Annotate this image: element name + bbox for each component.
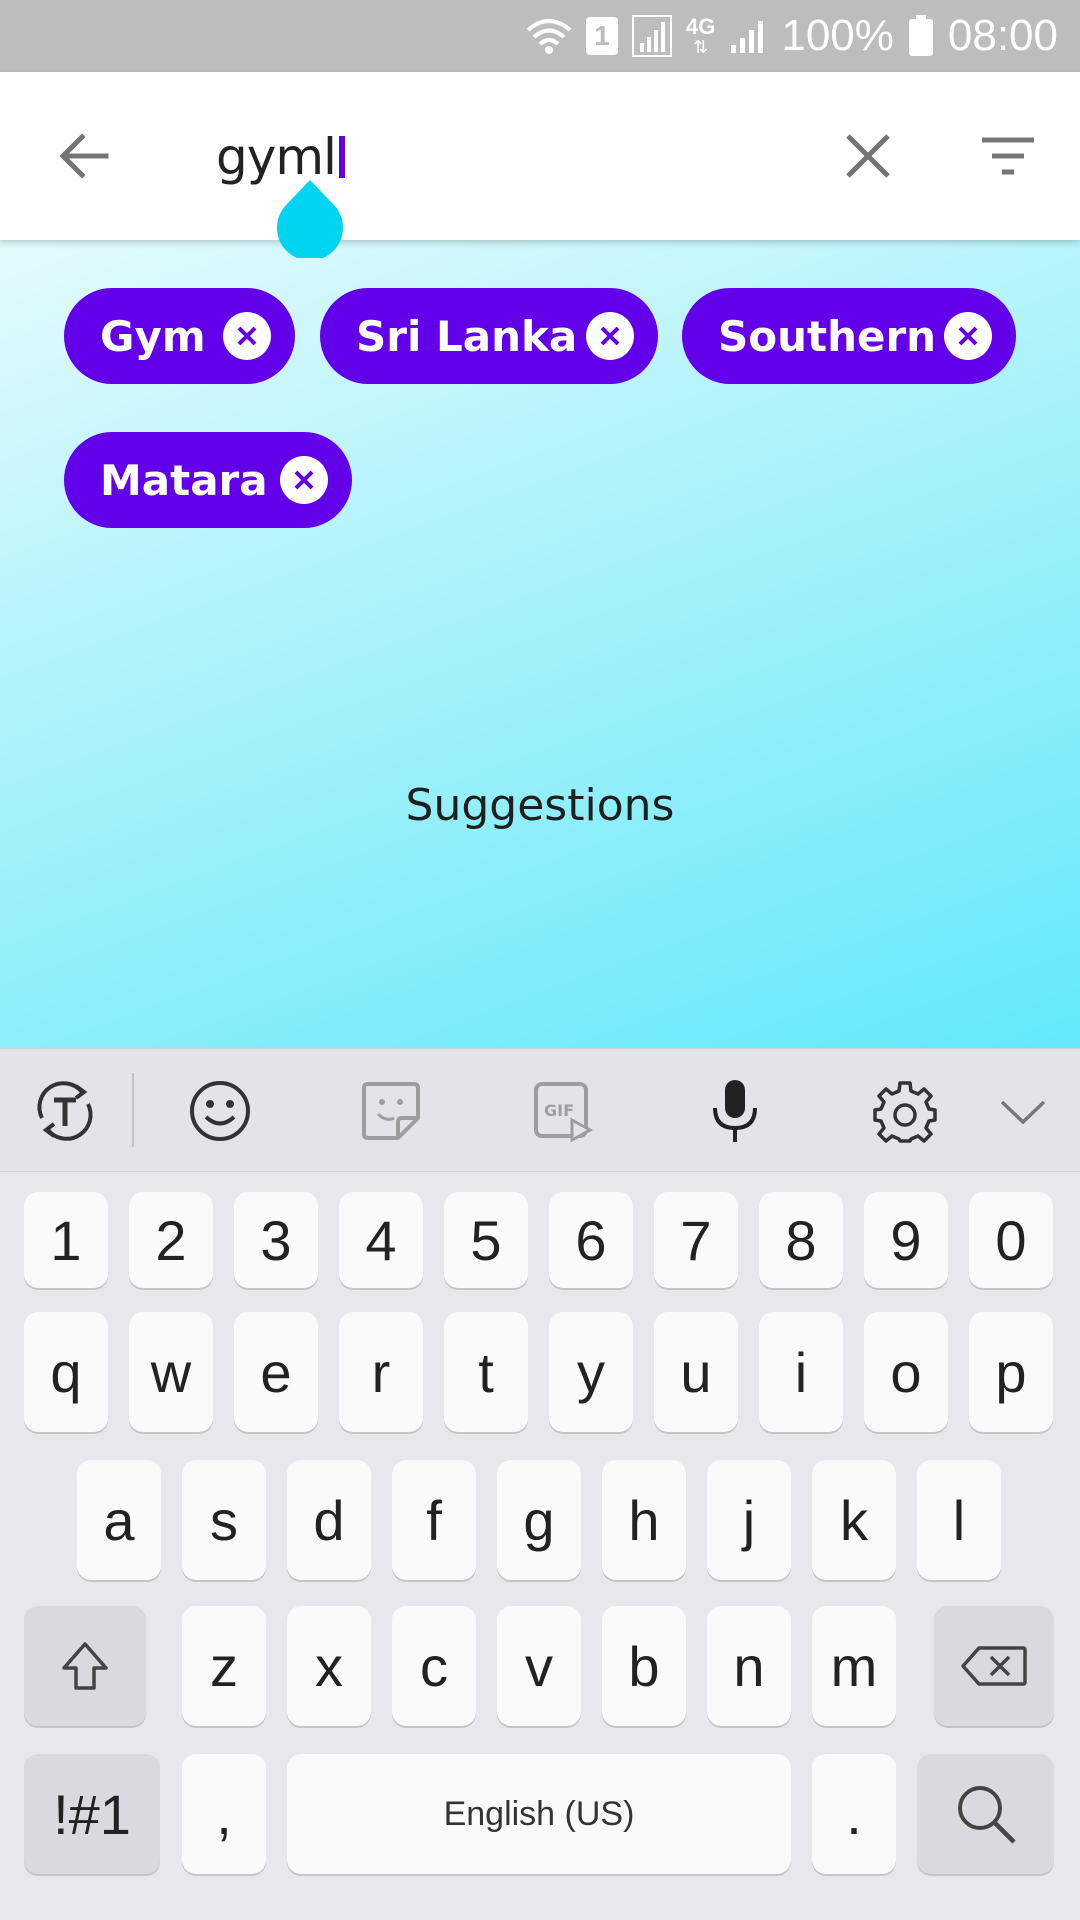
key-8[interactable]: 8 [759,1192,843,1288]
network-type-label: 4G [685,14,716,39]
filter-button[interactable] [976,124,1040,188]
key-o[interactable]: o [864,1312,948,1432]
key-q[interactable]: q [24,1312,108,1432]
filter-chip-gym[interactable]: Gym [64,288,295,384]
key-m[interactable]: m [812,1606,896,1726]
chip-remove-icon[interactable] [223,312,271,360]
filter-chip-sri-lanka[interactable]: Sri Lanka [320,288,658,384]
battery-percent: 100% [781,11,894,60]
toolbar-divider [132,1073,134,1147]
wifi-icon [526,16,572,56]
key-2[interactable]: 2 [129,1192,213,1288]
key-x[interactable]: x [287,1606,371,1726]
suggestions-label: Suggestions [405,780,675,831]
status-bar: 1 4G ⇅ 100% 08:00 [0,0,1080,72]
key-a[interactable]: a [77,1460,161,1580]
signal-bars-icon [729,17,767,55]
key-6[interactable]: 6 [549,1192,633,1288]
shift-key[interactable] [24,1606,146,1726]
shift-arrow-icon [62,1642,108,1690]
data-arrows-icon: ⇅ [693,37,709,57]
chip-label: Southern [718,311,937,361]
soft-keyboard: GIF 1 2 3 4 5 6 7 8 9 0 q w e r t y u i … [0,1048,1080,1920]
search-icon [957,1786,1016,1844]
svg-text:GIF: GIF [544,1101,574,1120]
sticker-icon[interactable] [358,1078,424,1144]
status-time: 08:00 [947,11,1058,60]
chip-remove-icon[interactable] [586,312,634,360]
symbols-key[interactable]: !#1 [24,1754,160,1874]
chip-label: Matara [100,455,268,505]
sim-badge: 1 [585,17,618,55]
space-bar[interactable]: English (US) [287,1754,791,1874]
chip-remove-icon[interactable] [944,312,992,360]
text-caret [338,136,345,178]
emoji-icon[interactable] [187,1078,253,1144]
chip-label: Gym [100,311,206,361]
filter-icon [982,137,1034,175]
comma-key[interactable]: , [182,1754,266,1874]
cursor-handle-icon [277,180,343,261]
key-v[interactable]: v [497,1606,581,1726]
network-type: 4G ⇅ [685,14,716,57]
gif-icon[interactable]: GIF [530,1078,596,1144]
microphone-icon[interactable] [702,1078,768,1144]
text-cursor-handle[interactable] [277,180,343,261]
key-c[interactable]: c [392,1606,476,1726]
back-button[interactable] [52,124,116,188]
key-u[interactable]: u [654,1312,738,1432]
filter-chip-matara[interactable]: Matara [64,432,352,528]
status-icons: 1 4G ⇅ 100% 08:00 [526,0,1058,72]
clear-search-button[interactable] [836,124,900,188]
chevron-down-icon[interactable] [990,1078,1056,1144]
signal-icon [631,15,672,57]
text-translate-icon[interactable] [32,1078,98,1144]
key-r[interactable]: r [339,1312,423,1432]
key-4[interactable]: 4 [339,1192,423,1288]
battery-icon [908,15,934,57]
key-w[interactable]: w [129,1312,213,1432]
key-t[interactable]: t [444,1312,528,1432]
arrow-left-icon [59,133,109,179]
close-icon [846,134,890,178]
search-key[interactable] [917,1754,1054,1874]
search-app-bar: gyml [0,72,1080,240]
key-i[interactable]: i [759,1312,843,1432]
key-d[interactable]: d [287,1460,371,1580]
key-l[interactable]: l [917,1460,1001,1580]
key-1[interactable]: 1 [24,1192,108,1288]
key-z[interactable]: z [182,1606,266,1726]
key-7[interactable]: 7 [654,1192,738,1288]
backspace-key[interactable] [934,1606,1054,1726]
chip-remove-icon[interactable] [280,456,328,504]
key-j[interactable]: j [707,1460,791,1580]
key-s[interactable]: s [182,1460,266,1580]
key-y[interactable]: y [549,1312,633,1432]
key-g[interactable]: g [497,1460,581,1580]
key-e[interactable]: e [234,1312,318,1432]
key-h[interactable]: h [602,1460,686,1580]
key-0[interactable]: 0 [969,1192,1053,1288]
period-key[interactable]: . [812,1754,896,1874]
key-f[interactable]: f [392,1460,476,1580]
key-3[interactable]: 3 [234,1192,318,1288]
sim-badge-number: 1 [594,20,610,51]
key-9[interactable]: 9 [864,1192,948,1288]
chip-label: Sri Lanka [356,311,578,361]
key-b[interactable]: b [602,1606,686,1726]
content-area: Gym Sri Lanka Southern Matara Suggestion… [0,240,1080,1048]
key-n[interactable]: n [707,1606,791,1726]
keyboard-toolbar: GIF [0,1048,1080,1172]
gear-icon[interactable] [872,1078,938,1144]
search-query-text: gyml [216,128,337,186]
key-5[interactable]: 5 [444,1192,528,1288]
key-k[interactable]: k [812,1460,896,1580]
backspace-icon [961,1646,1027,1686]
key-p[interactable]: p [969,1312,1053,1432]
filter-chip-southern[interactable]: Southern [682,288,1016,384]
